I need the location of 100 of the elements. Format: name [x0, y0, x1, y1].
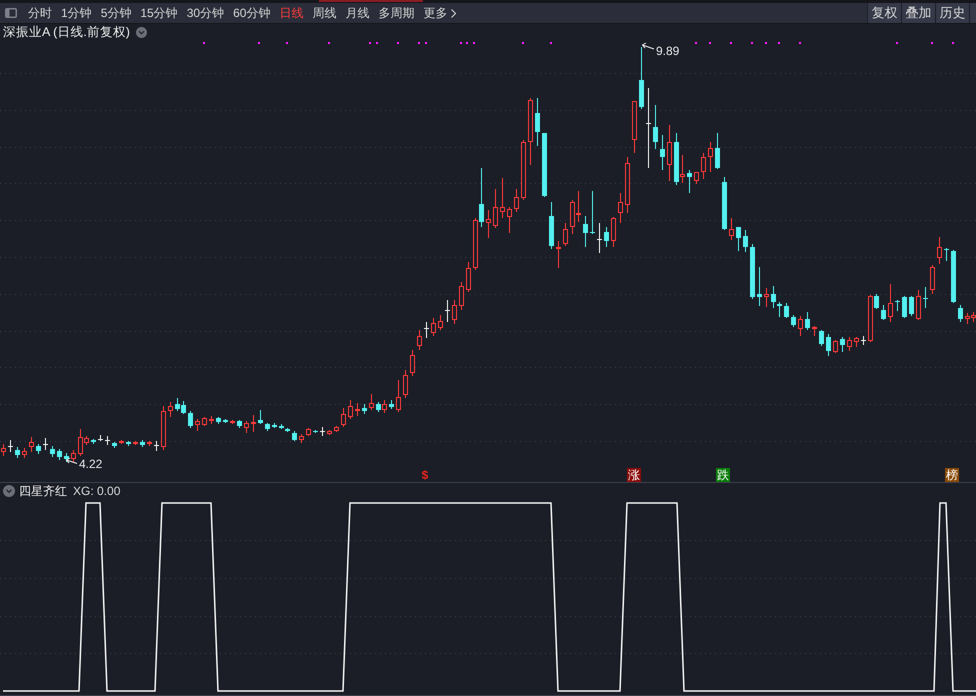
falling-candle	[909, 296, 914, 316]
rising-candle	[473, 218, 478, 270]
falling-candle	[687, 170, 692, 194]
doji-candle	[105, 436, 110, 446]
falling-candle	[362, 404, 367, 414]
rising-candle	[847, 336, 852, 352]
rising-candle	[868, 294, 873, 342]
rising-candle	[625, 156, 630, 214]
falling-candle	[112, 442, 117, 448]
falling-candle	[50, 446, 55, 458]
doji-candle	[154, 440, 159, 452]
chart-title: 深振业A (日线.前复权)	[3, 24, 130, 40]
falling-candle	[15, 446, 20, 458]
rising-candle	[410, 350, 415, 376]
rising-candle	[833, 340, 838, 354]
falling-candle	[223, 418, 228, 424]
falling-candle	[237, 420, 242, 428]
chevron-down-icon[interactable]	[136, 26, 147, 38]
period-tab[interactable]: 月线	[340, 3, 374, 23]
period-tab[interactable]: 分时	[24, 3, 56, 23]
rising-candle	[369, 394, 374, 410]
rising-candle	[22, 448, 27, 458]
period-tab[interactable]: 1分钟	[56, 3, 96, 23]
falling-candle	[784, 302, 789, 318]
falling-candle	[958, 304, 963, 322]
rising-candle	[417, 330, 422, 350]
rising-candle	[396, 380, 401, 412]
rising-candle	[694, 172, 699, 184]
period-tab[interactable]: 30分钟	[182, 3, 229, 23]
event-tag: 榜	[945, 468, 959, 482]
doji-candle	[861, 336, 866, 346]
rising-candle	[701, 152, 706, 180]
falling-candle	[36, 444, 41, 454]
falling-candle	[126, 440, 131, 446]
falling-candle	[874, 294, 879, 310]
falling-candle	[951, 250, 956, 304]
falling-candle	[757, 266, 762, 306]
rising-candle	[459, 282, 464, 310]
period-tab[interactable]: 60分钟	[228, 3, 275, 23]
period-tab[interactable]: 日线	[274, 3, 308, 23]
period-tab[interactable]: 5分钟	[96, 3, 136, 23]
rising-candle	[147, 440, 152, 446]
falling-candle	[542, 132, 547, 198]
toolbar-button[interactable]: 叠加	[901, 3, 935, 23]
doji-candle	[597, 222, 602, 254]
chevron-right-icon	[451, 8, 456, 18]
rising-candle	[798, 316, 803, 336]
falling-candle	[258, 410, 263, 424]
rising-candle	[438, 314, 443, 330]
indicator-name: 四星齐红	[19, 482, 67, 500]
falling-candle	[590, 190, 595, 234]
rising-candle	[486, 210, 491, 238]
rising-candle	[299, 434, 304, 444]
period-tab[interactable]: 15分钟	[136, 3, 182, 23]
rising-candle	[431, 318, 436, 336]
falling-candle	[805, 312, 810, 330]
falling-candle	[479, 168, 484, 228]
rising-candle	[667, 124, 672, 182]
rising-candle	[161, 406, 166, 450]
period-tab[interactable]: 多周期	[374, 3, 419, 23]
falling-candle	[743, 230, 748, 252]
rising-candle	[500, 178, 505, 218]
sidebar-toggle-icon[interactable]	[5, 8, 17, 18]
falling-candle	[653, 104, 658, 150]
falling-candle	[376, 402, 381, 412]
low-price-label: 4.22	[79, 457, 102, 471]
falling-candle	[750, 244, 755, 300]
rising-candle	[195, 418, 200, 432]
falling-candle	[549, 202, 554, 250]
rising-candle	[230, 420, 235, 424]
event-tag: 涨	[627, 468, 641, 482]
rising-candle	[119, 440, 124, 444]
toolbar-button[interactable]: 历史	[935, 3, 969, 23]
toolbar-button[interactable]: 复权	[867, 3, 901, 23]
falling-candle	[583, 216, 588, 248]
falling-candle	[715, 132, 720, 170]
low-leader-arrow	[66, 458, 78, 464]
rising-candle	[168, 402, 173, 418]
falling-candle	[389, 400, 394, 410]
rising-candle	[514, 188, 519, 212]
rising-candle	[854, 336, 859, 348]
period-tab[interactable]: 周线	[308, 3, 341, 23]
rising-candle	[618, 192, 623, 224]
more-menu-tab[interactable]: 更多	[418, 3, 461, 23]
rising-candle	[493, 188, 498, 228]
rising-candle	[708, 142, 713, 172]
rising-candle	[29, 436, 34, 452]
falling-candle	[91, 438, 96, 444]
rising-candle	[403, 370, 408, 398]
rising-candle	[466, 262, 471, 292]
rising-candle	[528, 98, 533, 166]
rising-candle	[244, 420, 249, 434]
falling-candle	[292, 430, 297, 442]
rising-candle	[521, 140, 526, 200]
rising-candle	[334, 426, 339, 432]
chevron-down-icon[interactable]	[3, 485, 15, 497]
rising-candle	[812, 326, 817, 336]
falling-candle	[535, 98, 540, 146]
falling-candle	[840, 336, 845, 352]
falling-candle	[140, 440, 145, 448]
